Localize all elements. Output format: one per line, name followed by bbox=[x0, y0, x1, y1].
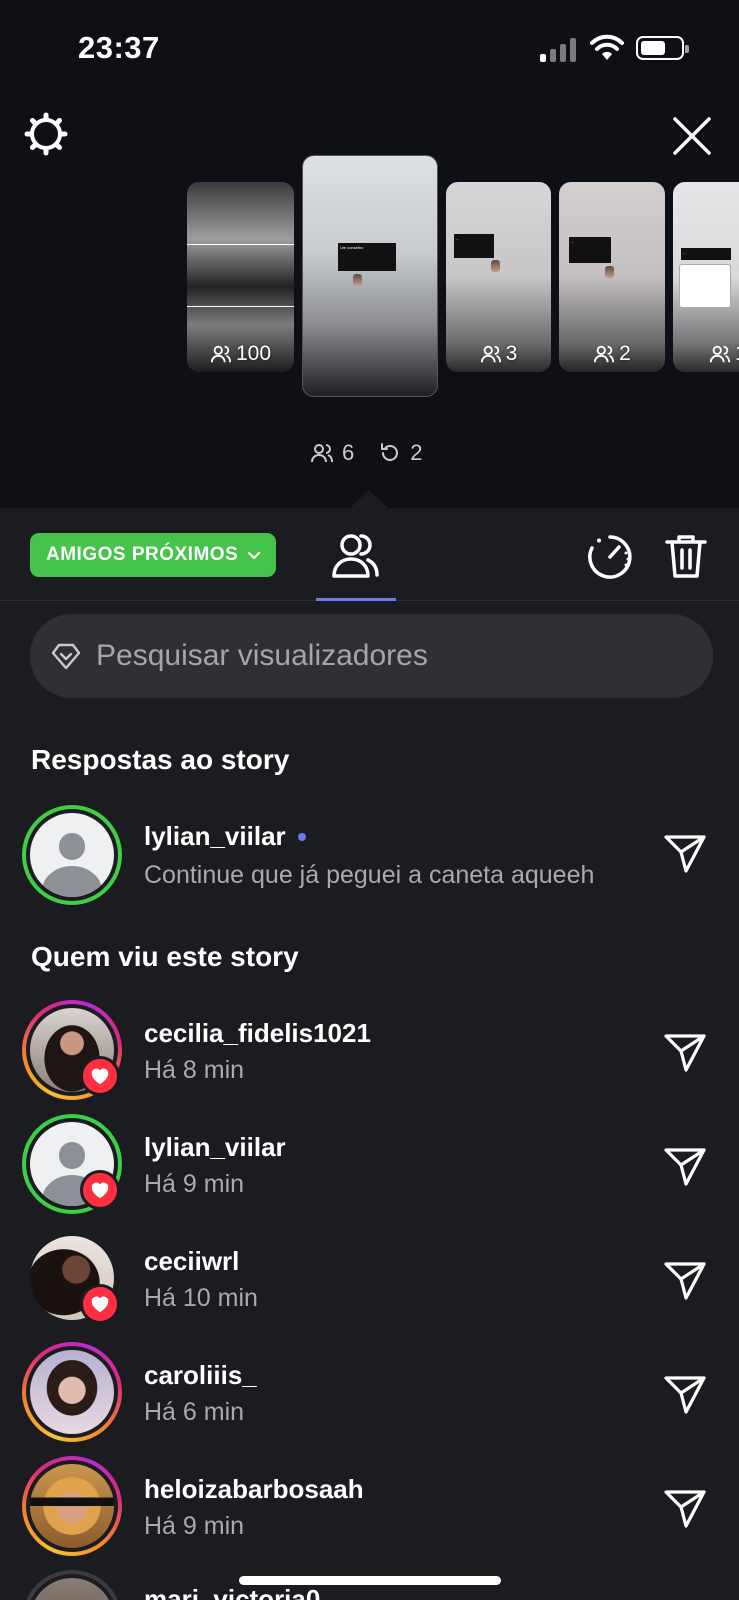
send-icon[interactable] bbox=[662, 1486, 708, 1532]
like-badge bbox=[80, 1284, 120, 1324]
story-ring bbox=[22, 1456, 122, 1556]
story-viewer-count: 3 bbox=[446, 342, 551, 366]
viewer-time: Há 10 min bbox=[144, 1284, 258, 1312]
viewers-icon bbox=[709, 345, 731, 363]
like-badge bbox=[80, 1056, 120, 1096]
viewer-toolbar: AMIGOS PRÓXIMOS bbox=[0, 508, 739, 601]
viewers-icon bbox=[480, 345, 501, 363]
avatar[interactable] bbox=[30, 1350, 114, 1434]
tab-indicator bbox=[316, 598, 396, 601]
viewer-time: Há 9 min bbox=[144, 1512, 245, 1540]
viewer-time: Há 6 min bbox=[144, 1398, 245, 1426]
heart-icon bbox=[91, 1068, 109, 1085]
send-icon[interactable] bbox=[662, 1372, 708, 1418]
story-stats: 6 2 bbox=[310, 440, 423, 466]
close-icon[interactable] bbox=[670, 114, 714, 158]
send-icon[interactable] bbox=[662, 1030, 708, 1076]
tab-viewers[interactable] bbox=[316, 522, 396, 601]
story-ring bbox=[22, 805, 122, 905]
search-input[interactable] bbox=[96, 639, 676, 673]
story-preview-header: 23:37 100 Um conselho ... 3 ... 2 ... 6 … bbox=[0, 0, 739, 509]
audience-dropdown[interactable]: AMIGOS PRÓXIMOS bbox=[30, 533, 277, 577]
viewer-row[interactable]: ceciiwrl Há 10 min bbox=[0, 1228, 739, 1328]
send-icon[interactable] bbox=[662, 831, 708, 877]
viewer-username[interactable]: cecilia_fidelis1021 bbox=[144, 1018, 371, 1049]
avatar[interactable] bbox=[30, 813, 114, 897]
viewers-icon bbox=[594, 345, 615, 363]
viewer-username[interactable]: caroliiis_ bbox=[144, 1360, 257, 1391]
story-ring bbox=[22, 1570, 122, 1600]
gear-icon[interactable] bbox=[24, 112, 68, 156]
search-viewers-field[interactable] bbox=[30, 614, 713, 698]
unread-dot bbox=[297, 832, 306, 841]
viewers-icon bbox=[210, 345, 232, 363]
avatar[interactable] bbox=[30, 1578, 114, 1600]
diamond-icon bbox=[51, 643, 81, 670]
selected-story-pointer bbox=[349, 490, 389, 509]
viewer-row[interactable]: lylian_viilar Há 9 min bbox=[0, 1114, 739, 1214]
avatar[interactable] bbox=[30, 1464, 114, 1548]
story-thumbnail[interactable]: 100 bbox=[187, 182, 294, 372]
viewer-time: Há 9 min bbox=[144, 1170, 245, 1198]
wifi-icon bbox=[590, 34, 624, 60]
viewer-row[interactable]: cecilia_fidelis1021 Há 8 min bbox=[0, 1000, 739, 1100]
story-ring bbox=[22, 1342, 122, 1442]
viewer-time: Há 8 min bbox=[144, 1056, 245, 1084]
viewer-username[interactable]: heloizabarbosaah bbox=[144, 1474, 364, 1505]
replies-section-title: Respostas ao story bbox=[31, 744, 290, 775]
viewer-username[interactable]: lylian_viilar bbox=[144, 1132, 286, 1163]
heart-icon bbox=[91, 1182, 109, 1199]
viewers-stat: 6 bbox=[310, 440, 354, 466]
viewer-row[interactable]: heloizabarbosaah Há 9 min bbox=[0, 1456, 739, 1556]
viewer-row[interactable]: caroliiis_ Há 6 min bbox=[0, 1342, 739, 1442]
status-time: 23:37 bbox=[78, 30, 160, 65]
viewers-icon bbox=[311, 444, 333, 463]
story-viewer-count: 100 bbox=[187, 342, 294, 366]
cellular-signal-icon bbox=[540, 38, 580, 62]
viewers-section-title: Quem viu este story bbox=[31, 941, 299, 972]
reply-message: Continue que já peguei a caneta aqueeh bbox=[144, 861, 595, 889]
viewer-username[interactable]: mari_victoria0 bbox=[144, 1584, 320, 1600]
replays-stat: 2 bbox=[378, 440, 423, 466]
story-thumbnail-selected[interactable]: Um conselho bbox=[302, 155, 438, 397]
send-icon[interactable] bbox=[662, 1144, 708, 1190]
story-insights-icon[interactable] bbox=[586, 533, 634, 581]
send-icon[interactable] bbox=[662, 1258, 708, 1304]
story-viewer-count: 1 bbox=[673, 342, 739, 366]
heart-icon bbox=[91, 1296, 109, 1313]
story-viewer-count: 2 bbox=[559, 342, 665, 366]
trash-icon[interactable] bbox=[664, 532, 708, 580]
story-thumbnail[interactable]: ... 2 bbox=[559, 182, 665, 372]
replay-icon bbox=[381, 443, 399, 461]
battery-icon bbox=[636, 36, 689, 60]
viewer-username[interactable]: ceciiwrl bbox=[144, 1246, 239, 1277]
like-badge bbox=[80, 1170, 120, 1210]
viewers-icon bbox=[332, 534, 379, 578]
story-thumbnail[interactable]: ... 1 bbox=[673, 182, 739, 372]
home-indicator bbox=[239, 1576, 501, 1585]
chevron-down-icon bbox=[248, 551, 261, 560]
story-thumbnail[interactable]: ... 3 bbox=[446, 182, 551, 372]
reply-row[interactable]: lylian_viilar Continue que já peguei a c… bbox=[0, 805, 739, 905]
reply-username[interactable]: lylian_viilar bbox=[144, 821, 306, 852]
viewer-row[interactable]: mari_victoria0 bbox=[0, 1570, 739, 1600]
